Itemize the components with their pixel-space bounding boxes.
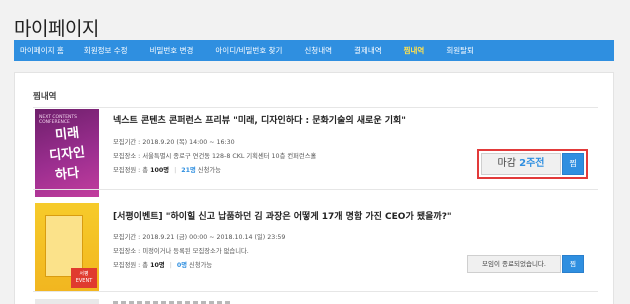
applied-suffix: 신청가능	[189, 262, 213, 269]
nav-item-zzim[interactable]: 찜내역	[388, 45, 431, 56]
divider	[33, 189, 598, 190]
nav-item-withdraw[interactable]: 회원탈퇴	[430, 45, 480, 56]
period-value: 2018.9.21 (금) 00:00 ~ 2018.10.14 (일) 23:…	[142, 234, 286, 241]
nav-item-password-change[interactable]: 비밀번호 변경	[134, 45, 200, 56]
period-label: 모집기간 :	[113, 234, 141, 241]
place-value: 미정이거나 등록된 모집장소가 없습니다.	[142, 248, 249, 255]
deadline-status-button[interactable]: 마감 2주전	[481, 153, 561, 175]
applied-count: 21명	[181, 167, 196, 174]
event-title[interactable]: 넥스트 콘텐츠 콘퍼런스 프리뷰 "미래, 디자인하다 : 문화기술의 새로운 …	[113, 113, 406, 126]
quota-value: 100명	[150, 167, 170, 174]
event-quota: 모집정원 : 총 100명 | 21명 신청가능	[113, 167, 221, 174]
nav-item-home[interactable]: 마이페이지 홈	[14, 45, 70, 56]
closed-status-button[interactable]: 모임이 종료되었습니다.	[467, 255, 561, 273]
divider	[33, 291, 598, 292]
quota-value: 10명	[150, 262, 165, 269]
status-accent: 2주전	[519, 158, 545, 169]
zzim-button[interactable]: 찜	[562, 255, 584, 273]
event-period: 모집기간 : 2018.9.20 (목) 14:00 ~ 16:30	[113, 137, 235, 146]
event-badge: 서평 EVENT	[71, 268, 97, 288]
applied-count: 0명	[176, 262, 188, 269]
nav-item-payments[interactable]: 결제내역	[338, 45, 388, 56]
event-period: 모집기간 : 2018.9.21 (금) 00:00 ~ 2018.10.14 …	[113, 232, 285, 241]
nav-item-find-account[interactable]: 아이디/비밀번호 찾기	[199, 45, 288, 56]
zzim-panel: 찜내역 NEXT CONTENTS CONFERENCE 미래 디자인 하다 넥…	[14, 72, 614, 304]
event-title[interactable]: [서평이벤트] "하이힐 신고 납품하던 김 과장은 어떻게 17개 명함 가진…	[113, 209, 452, 222]
period-value: 2018.9.20 (목) 14:00 ~ 16:30	[142, 139, 235, 146]
quota-label: 모집정원 : 총	[113, 167, 149, 174]
period-label: 모집기간 :	[113, 139, 141, 146]
nav-item-applications[interactable]: 신청내역	[288, 45, 338, 56]
event-thumbnail[interactable]: 서평 EVENT	[35, 203, 99, 291]
section-title: 찜내역	[33, 92, 57, 102]
event-quota: 모집정원 : 총 10명 | 0명 신청가능	[113, 262, 213, 269]
event-place: 모집장소 : 서울특별시 종로구 연건동 128-8 CKL 기획센터 10층 …	[113, 151, 316, 160]
nav-item-profile-edit[interactable]: 회원정보 수정	[70, 45, 134, 56]
page-title: 마이페이지	[14, 18, 99, 40]
quota-label: 모집정원 : 총	[113, 262, 149, 269]
status-prefix: 마감	[497, 158, 516, 169]
event-place: 모집장소 : 미정이거나 등록된 모집장소가 없습니다.	[113, 246, 249, 255]
list-item: 서평 EVENT [서평이벤트] "하이힐 신고 납품하던 김 과장은 어떻게 …	[33, 201, 598, 291]
place-label: 모집장소 :	[113, 153, 141, 160]
mypage-nav: 마이페이지 홈 회원정보 수정 비밀번호 변경 아이디/비밀번호 찾기 신청내역…	[14, 40, 614, 61]
event-thumbnail[interactable]: NEXT CONTENTS CONFERENCE 미래 디자인 하다	[35, 109, 99, 197]
event-thumbnail-partial[interactable]	[35, 299, 99, 304]
divider	[33, 107, 598, 108]
zzim-button[interactable]: 찜	[562, 153, 584, 175]
place-label: 모집장소 :	[113, 248, 141, 255]
place-value: 서울특별시 종로구 연건동 128-8 CKL 기획센터 10층 컨퍼런스홀	[142, 153, 317, 160]
applied-suffix: 신청가능	[197, 167, 221, 174]
